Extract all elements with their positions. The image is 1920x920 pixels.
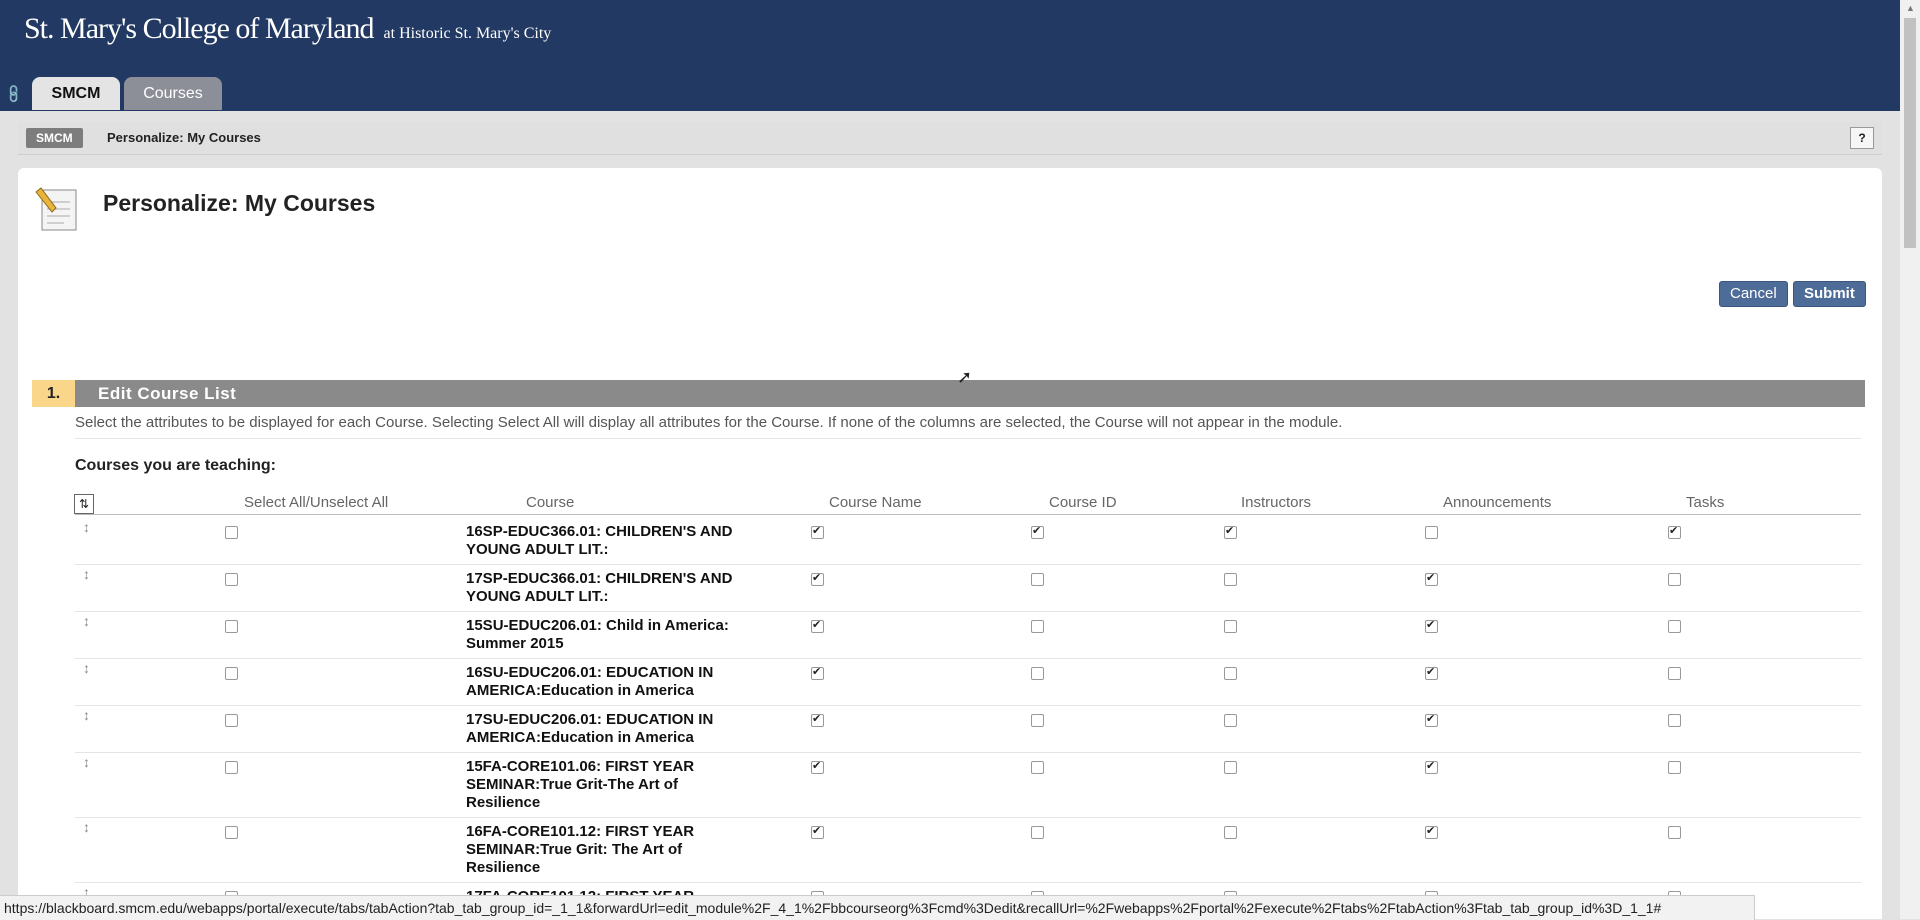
logo-text: St. Mary's College of Maryland: [24, 12, 375, 45]
select-all-checkbox[interactable]: [225, 620, 238, 633]
table-row: ↕ 16SP-EDUC366.01: CHILDREN'S AND YOUNG A…: [75, 517, 1861, 565]
table-row: ↕ 15FA-CORE101.06: FIRST YEAR SEMINAR:Tru…: [75, 752, 1861, 818]
course-id-checkbox[interactable]: [1031, 573, 1044, 586]
tasks-checkbox[interactable]: [1668, 524, 1681, 539]
column-header-announcements: Announcements: [1443, 494, 1552, 511]
select-all-checkbox[interactable]: [225, 667, 238, 680]
instructors-checkbox[interactable]: [1224, 667, 1237, 680]
column-header-instructors: Instructors: [1241, 494, 1312, 511]
column-header-course: Course: [526, 494, 575, 511]
reorder-icon[interactable]: ⇅: [74, 494, 94, 514]
column-header-select-all[interactable]: Select All/Unselect All: [244, 494, 388, 511]
course-name-checkbox[interactable]: [811, 824, 824, 839]
scroll-thumb[interactable]: [1904, 18, 1916, 248]
announcements-checkbox[interactable]: [1425, 618, 1438, 633]
select-all-checkbox[interactable]: [225, 573, 238, 586]
breadcrumb-current: Personalize: My Courses: [107, 130, 261, 145]
instructions-text: Select the attributes to be displayed fo…: [75, 414, 1343, 431]
select-all-checkbox[interactable]: [225, 761, 238, 774]
course-title: 17SU-EDUC206.01: EDUCATION IN AMERICA:Ed…: [466, 711, 714, 746]
announcements-checkbox[interactable]: [1425, 824, 1438, 839]
course-id-checkbox[interactable]: [1031, 826, 1044, 839]
table-row: ↕ 17SU-EDUC206.01: EDUCATION IN AMERICA:E…: [75, 705, 1861, 753]
course-name-checkbox[interactable]: [811, 712, 824, 727]
mouse-cursor-icon: ➚: [957, 367, 973, 387]
scroll-up-icon[interactable]: ▲: [1906, 3, 1915, 13]
header-divider: [75, 514, 1861, 515]
course-title: 16SP-EDUC366.01: CHILDREN'S AND YOUNG AD…: [466, 523, 733, 558]
select-all-checkbox[interactable]: [225, 714, 238, 727]
link-icon[interactable]: 🔗: [3, 83, 26, 106]
announcements-checkbox[interactable]: [1425, 712, 1438, 727]
tab-courses[interactable]: Courses: [124, 77, 222, 110]
step-title: Edit Course List: [98, 384, 237, 403]
scrollbar[interactable]: ▲: [1900, 0, 1920, 919]
tab-smcm[interactable]: SMCM: [32, 77, 120, 110]
table-row: ↕ 16SU-EDUC206.01: EDUCATION IN AMERICA:E…: [75, 658, 1861, 706]
course-title: 15SU-EDUC206.01: Child in America: Summe…: [466, 617, 729, 652]
status-bar-url: https://blackboard.smcm.edu/webapps/port…: [0, 895, 1755, 920]
select-all-checkbox[interactable]: [225, 826, 238, 839]
course-id-checkbox[interactable]: [1031, 714, 1044, 727]
instructors-checkbox[interactable]: [1224, 761, 1237, 774]
instructors-checkbox[interactable]: [1224, 826, 1237, 839]
tasks-checkbox[interactable]: [1668, 714, 1681, 727]
divider: [75, 438, 1861, 439]
table-row: ↕ 17SP-EDUC366.01: CHILDREN'S AND YOUNG A…: [75, 564, 1861, 612]
drag-handle-icon[interactable]: ↕: [83, 660, 90, 676]
instructors-checkbox[interactable]: [1224, 573, 1237, 586]
drag-handle-icon[interactable]: ↕: [83, 566, 90, 582]
tasks-checkbox[interactable]: [1668, 573, 1681, 586]
announcements-checkbox[interactable]: [1425, 759, 1438, 774]
tasks-checkbox[interactable]: [1668, 761, 1681, 774]
step-number: 1.: [32, 380, 75, 407]
help-button[interactable]: ?: [1850, 127, 1874, 149]
instructors-checkbox[interactable]: [1224, 620, 1237, 633]
section-label: Courses you are teaching:: [75, 457, 276, 474]
course-name-checkbox[interactable]: [811, 571, 824, 586]
column-header-tasks: Tasks: [1686, 494, 1725, 511]
drag-handle-icon[interactable]: ↕: [83, 519, 90, 535]
instructors-checkbox[interactable]: [1224, 714, 1237, 727]
college-logo[interactable]: St. Mary's College of Maryland at Histori…: [24, 12, 551, 46]
drag-handle-icon[interactable]: ↕: [83, 819, 90, 835]
submit-button[interactable]: Submit: [1793, 281, 1866, 307]
select-all-checkbox[interactable]: [225, 526, 238, 539]
table-row: ↕ 16FA-CORE101.12: FIRST YEAR SEMINAR:Tru…: [75, 817, 1861, 883]
tasks-checkbox[interactable]: [1668, 620, 1681, 633]
course-name-checkbox[interactable]: [811, 524, 824, 539]
announcements-checkbox[interactable]: [1425, 526, 1438, 539]
notepad-icon: [35, 187, 77, 231]
drag-handle-icon[interactable]: ↕: [83, 754, 90, 770]
drag-handle-icon[interactable]: ↕: [83, 613, 90, 629]
course-title: 15FA-CORE101.06: FIRST YEAR SEMINAR:True…: [466, 758, 695, 811]
breadcrumb: SMCM Personalize: My Courses ?: [18, 122, 1882, 155]
course-id-checkbox[interactable]: [1031, 667, 1044, 680]
course-name-checkbox[interactable]: [811, 665, 824, 680]
drag-handle-icon[interactable]: ↕: [83, 707, 90, 723]
content-panel: Personalize: My Courses Cancel Submit 1.…: [18, 168, 1882, 919]
course-name-checkbox[interactable]: [811, 618, 824, 633]
instructors-checkbox[interactable]: [1224, 524, 1237, 539]
step-header: 1. Edit Course List: [32, 380, 1865, 407]
tasks-checkbox[interactable]: [1668, 667, 1681, 680]
logo-subtitle: at Historic St. Mary's City: [383, 25, 552, 42]
site-header: St. Mary's College of Maryland at Histori…: [0, 0, 1900, 111]
course-name-checkbox[interactable]: [811, 759, 824, 774]
course-title: 17SP-EDUC366.01: CHILDREN'S AND YOUNG AD…: [466, 570, 733, 605]
breadcrumb-home[interactable]: SMCM: [26, 128, 83, 148]
course-title: 16SU-EDUC206.01: EDUCATION IN AMERICA:Ed…: [466, 664, 714, 699]
column-header-course-id: Course ID: [1049, 494, 1117, 511]
table-row: ↕ 15SU-EDUC206.01: Child in America: Summ…: [75, 611, 1861, 659]
announcements-checkbox[interactable]: [1425, 665, 1438, 680]
announcements-checkbox[interactable]: [1425, 571, 1438, 586]
course-id-checkbox[interactable]: [1031, 761, 1044, 774]
page-title: Personalize: My Courses: [103, 190, 376, 216]
course-title: 16FA-CORE101.12: FIRST YEAR SEMINAR:True…: [466, 823, 695, 876]
cancel-button[interactable]: Cancel: [1719, 281, 1788, 307]
column-header-course-name: Course Name: [829, 494, 922, 511]
course-id-checkbox[interactable]: [1031, 524, 1044, 539]
course-id-checkbox[interactable]: [1031, 620, 1044, 633]
tasks-checkbox[interactable]: [1668, 826, 1681, 839]
